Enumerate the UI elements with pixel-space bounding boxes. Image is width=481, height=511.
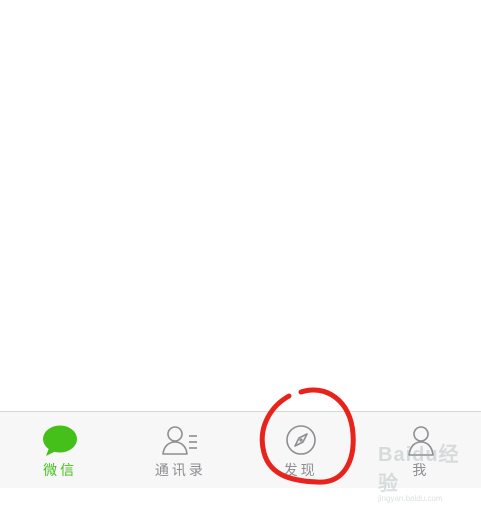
person-icon (401, 424, 441, 458)
tab-label-me: 我 (412, 463, 430, 479)
tab-contacts[interactable]: 通讯录 (120, 412, 240, 488)
compass-icon (281, 424, 321, 458)
chat-bubble-icon (40, 424, 80, 458)
contacts-icon (160, 424, 200, 458)
tab-label-contacts: 通讯录 (154, 463, 206, 479)
main-content-area (0, 0, 481, 411)
bottom-spacer (0, 488, 481, 511)
app-screen: 微信 通讯录 发现 我 Baidu经验 jingyan.baidu.com (0, 0, 481, 511)
tab-discover[interactable]: 发现 (241, 412, 361, 488)
tab-chats[interactable]: 微信 (0, 412, 120, 488)
tab-label-discover: 发现 (283, 463, 318, 479)
bottom-tab-bar: 微信 通讯录 发现 我 (0, 411, 481, 488)
tab-me[interactable]: 我 (361, 412, 481, 488)
tab-label-chats: 微信 (43, 463, 78, 479)
